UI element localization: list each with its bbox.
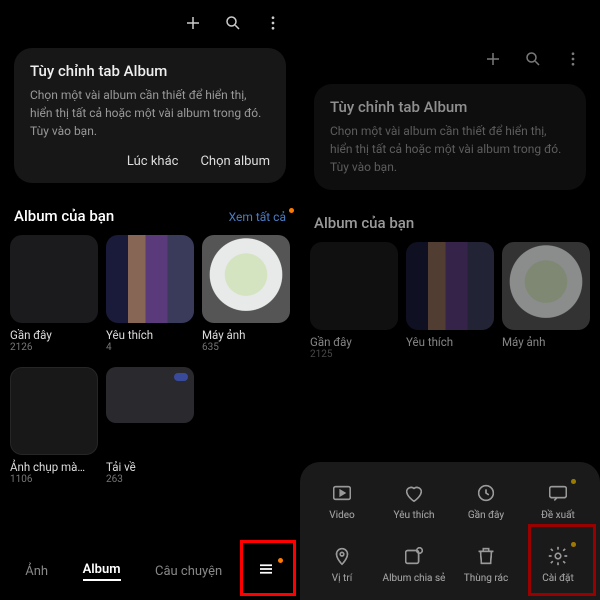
menu-location[interactable]: Vị trí xyxy=(306,545,378,584)
menu-label: Video xyxy=(329,510,354,521)
tab-album[interactable]: Album xyxy=(83,562,121,581)
card-body: Chọn một vài album cần thiết để hiển thị… xyxy=(330,122,570,176)
menu-label: Cài đặt xyxy=(542,573,574,584)
album-name: Gần đây xyxy=(310,335,398,349)
screen-left: Tùy chỉnh tab Album Chọn một vài album c… xyxy=(0,0,300,600)
album-name: Máy ảnh xyxy=(202,328,290,342)
album-name: Yêu thích xyxy=(406,335,494,349)
album-thumb xyxy=(502,242,590,330)
bottom-tabs: Ảnh Album Câu chuyện xyxy=(0,546,300,600)
menu-sheet: Video Yêu thích Gần đây Đề xuất Vị trí A… xyxy=(300,462,600,600)
card-body: Chọn một vài album cần thiết để hiển thị… xyxy=(30,86,270,140)
album-grid: Gần đây 2126 Yêu thích 4 Máy ảnh 635 xyxy=(0,231,300,357)
album-thumb xyxy=(202,235,290,323)
trash-icon xyxy=(475,545,497,567)
screen-right: Tùy chỉnh tab Album Chọn một vài album c… xyxy=(300,0,600,600)
card-title: Tùy chỉnh tab Album xyxy=(30,62,270,80)
search-icon[interactable] xyxy=(524,50,542,68)
clock-icon xyxy=(475,482,497,504)
plus-icon[interactable] xyxy=(484,50,502,68)
album-name: Gần đây xyxy=(10,328,98,342)
album-count: 1106 xyxy=(10,474,98,485)
choose-album-button[interactable]: Chọn album xyxy=(200,154,270,169)
album-item[interactable]: Yêu thích xyxy=(406,242,494,360)
album-name: Máy ảnh xyxy=(502,335,590,349)
album-item[interactable]: Máy ảnh 635 xyxy=(202,235,290,353)
album-name: Tải về xyxy=(106,460,194,474)
menu-label: Thùng rác xyxy=(464,573,508,584)
album-grid: Gần đây 2125 Yêu thích Máy ảnh xyxy=(300,238,600,364)
menu-settings[interactable]: Cài đặt xyxy=(522,545,594,584)
album-item[interactable]: Máy ảnh xyxy=(502,242,590,360)
album-count: 635 xyxy=(202,342,290,353)
album-item[interactable]: Ảnh chụp mà… 1106 xyxy=(10,367,98,485)
heart-icon xyxy=(403,482,425,504)
menu-icon xyxy=(257,560,275,578)
more-icon[interactable] xyxy=(564,50,582,68)
menu-label: Album chia sẻ xyxy=(383,573,446,584)
album-thumb xyxy=(106,235,194,323)
menu-suggest[interactable]: Đề xuất xyxy=(522,482,594,521)
more-icon[interactable] xyxy=(264,14,282,32)
menu-favorite[interactable]: Yêu thích xyxy=(378,482,450,521)
tab-photos[interactable]: Ảnh xyxy=(25,564,48,579)
album-thumb xyxy=(106,367,194,423)
section-title: Album của bạn xyxy=(14,207,114,225)
tab-menu[interactable] xyxy=(257,560,275,582)
album-item[interactable]: Gần đây 2126 xyxy=(10,235,98,353)
menu-shared[interactable]: Album chia sẻ xyxy=(378,545,450,584)
menu-video[interactable]: Video xyxy=(306,482,378,521)
menu-recent[interactable]: Gần đây xyxy=(450,482,522,521)
pin-icon xyxy=(331,545,353,567)
customize-card: Tùy chỉnh tab Album Chọn một vài album c… xyxy=(14,48,286,183)
later-button[interactable]: Lúc khác xyxy=(127,154,179,169)
gear-icon xyxy=(547,545,569,567)
menu-trash[interactable]: Thùng rác xyxy=(450,545,522,584)
topbar xyxy=(300,36,600,78)
customize-card: Tùy chỉnh tab Album Chọn một vài album c… xyxy=(314,84,586,190)
menu-label: Yêu thích xyxy=(394,510,435,521)
album-count: 2126 xyxy=(10,342,98,353)
album-thumb xyxy=(10,235,98,323)
album-grid-2: Ảnh chụp mà… 1106 Tải về 263 xyxy=(0,363,300,489)
topbar xyxy=(0,0,300,42)
menu-label: Vị trí xyxy=(332,573,352,584)
album-item[interactable]: Yêu thích 4 xyxy=(106,235,194,353)
chat-icon xyxy=(547,482,569,504)
video-icon xyxy=(331,482,353,504)
album-item[interactable]: Tải về 263 xyxy=(106,367,194,485)
album-thumb xyxy=(310,242,398,330)
search-icon[interactable] xyxy=(224,14,242,32)
menu-label: Gần đây xyxy=(468,510,504,521)
album-name: Ảnh chụp mà… xyxy=(10,460,98,474)
menu-label: Đề xuất xyxy=(541,510,575,521)
album-count: 4 xyxy=(106,342,194,353)
album-thumb xyxy=(10,367,98,455)
album-count: 2125 xyxy=(310,349,398,360)
album-thumb xyxy=(406,242,494,330)
tab-stories[interactable]: Câu chuyện xyxy=(155,564,222,579)
see-all-link[interactable]: Xem tất cả xyxy=(229,210,286,224)
album-item[interactable]: Gần đây 2125 xyxy=(310,242,398,360)
card-title: Tùy chỉnh tab Album xyxy=(330,98,570,116)
shared-icon xyxy=(403,545,425,567)
album-name: Yêu thích xyxy=(106,328,194,342)
section-title: Album của bạn xyxy=(314,214,414,232)
plus-icon[interactable] xyxy=(184,14,202,32)
section-header: Album của bạn xyxy=(300,204,600,238)
album-count: 263 xyxy=(106,474,194,485)
section-header: Album của bạn Xem tất cả xyxy=(0,197,300,231)
